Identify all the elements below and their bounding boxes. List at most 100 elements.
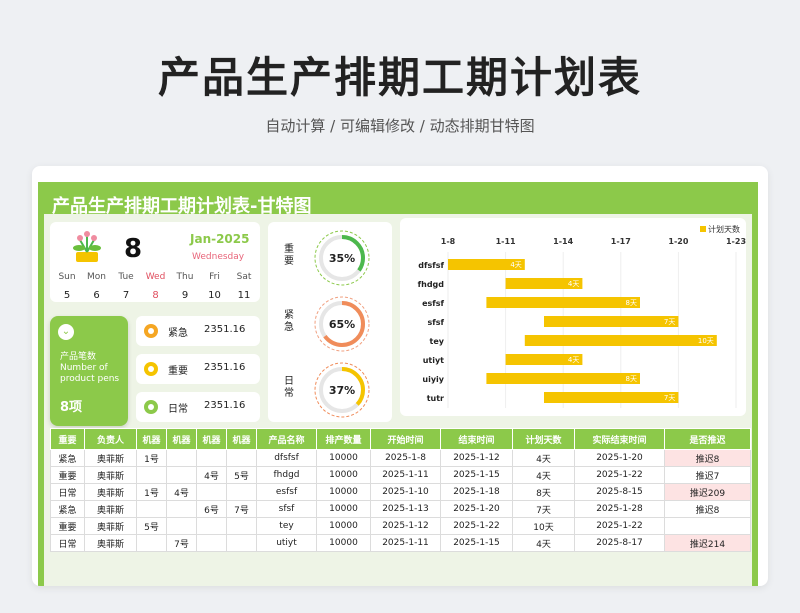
table-cell[interactable]: sfsf <box>256 500 317 518</box>
calendar-date[interactable]: 10 <box>200 290 230 301</box>
table-cell[interactable]: 4天 <box>512 466 575 484</box>
column-header[interactable]: 实际结束时间 <box>574 428 665 450</box>
table-cell[interactable] <box>196 534 227 552</box>
table-row[interactable]: 日常 奥菲斯 7号 utiyt 10000 2025-1-11 2025-1-15 4天 202… <box>50 534 751 552</box>
table-cell[interactable]: 4号 <box>196 466 227 484</box>
table-row[interactable]: 重要 奥菲斯 4号 5号 fhdgd 10000 2025-1-11 2025-1-15 4天 2… <box>50 466 751 484</box>
table-row[interactable]: 重要 奥菲斯 5号 tey 10000 2025-1-12 2025-1-22 10天 2025… <box>50 517 751 535</box>
table-cell[interactable]: utiyt <box>256 534 317 552</box>
table-cell[interactable]: 10000 <box>316 500 371 518</box>
table-cell[interactable]: 7天 <box>512 500 575 518</box>
table-cell[interactable]: 重要 <box>50 517 85 535</box>
table-cell[interactable]: fhdgd <box>256 466 317 484</box>
table-cell[interactable]: 2025-1-10 <box>370 483 441 501</box>
calendar-date[interactable]: 7 <box>111 290 141 301</box>
table-cell[interactable] <box>226 483 257 501</box>
table-cell[interactable]: 2025-1-13 <box>370 500 441 518</box>
column-header[interactable]: 机器 <box>226 428 257 450</box>
calendar-date[interactable]: 6 <box>82 290 112 301</box>
table-cell[interactable]: 2025-1-11 <box>370 466 441 484</box>
table-cell[interactable]: 2025-1-20 <box>440 500 513 518</box>
table-cell[interactable]: 推迟7 <box>664 466 751 484</box>
table-cell[interactable]: 2025-1-22 <box>574 466 665 484</box>
table-cell[interactable]: 4天 <box>512 534 575 552</box>
table-cell[interactable]: 奥菲斯 <box>84 517 137 535</box>
column-header[interactable]: 结束时间 <box>440 428 513 450</box>
column-header[interactable]: 计划天数 <box>512 428 575 450</box>
calendar-date[interactable]: 5 <box>52 290 82 301</box>
table-cell[interactable]: 10000 <box>316 534 371 552</box>
table-cell[interactable]: 1号 <box>136 449 167 467</box>
table-row[interactable]: 紧急 奥菲斯 1号 dfsfsf 10000 2025-1-8 2025-1-12 4天 202… <box>50 449 751 467</box>
table-cell[interactable]: 10000 <box>316 483 371 501</box>
table-cell[interactable]: 7号 <box>226 500 257 518</box>
column-header[interactable]: 排产数量 <box>316 428 371 450</box>
table-cell[interactable]: 奥菲斯 <box>84 483 137 501</box>
table-cell[interactable]: 2025-1-15 <box>440 534 513 552</box>
table-cell[interactable]: 10000 <box>316 466 371 484</box>
table-cell[interactable] <box>166 517 197 535</box>
table-cell[interactable] <box>226 517 257 535</box>
table-cell[interactable]: 2025-1-22 <box>574 517 665 535</box>
column-header[interactable]: 机器 <box>166 428 197 450</box>
table-cell[interactable]: 2025-8-17 <box>574 534 665 552</box>
table-cell[interactable] <box>166 466 197 484</box>
table-cell[interactable]: 2025-1-12 <box>370 517 441 535</box>
column-header[interactable]: 产品名称 <box>256 428 317 450</box>
table-cell[interactable]: 紧急 <box>50 449 85 467</box>
table-cell[interactable]: 10000 <box>316 449 371 467</box>
table-cell[interactable]: 5号 <box>226 466 257 484</box>
table-cell[interactable]: 2025-8-15 <box>574 483 665 501</box>
table-cell[interactable]: 2025-1-12 <box>440 449 513 467</box>
table-cell[interactable] <box>196 449 227 467</box>
table-cell[interactable]: 2025-1-28 <box>574 500 665 518</box>
table-cell[interactable]: 7号 <box>166 534 197 552</box>
table-cell[interactable]: 6号 <box>196 500 227 518</box>
chevron-down-icon[interactable]: ⌄ <box>58 324 74 340</box>
table-cell[interactable] <box>136 500 167 518</box>
table-row[interactable]: 紧急 奥菲斯 6号 7号 sfsf 10000 2025-1-13 2025-1-20 7天 20… <box>50 500 751 518</box>
table-cell[interactable]: 8天 <box>512 483 575 501</box>
table-cell[interactable]: 推迟209 <box>664 483 751 501</box>
table-cell[interactable] <box>166 449 197 467</box>
table-cell[interactable]: 10天 <box>512 517 575 535</box>
table-cell[interactable]: 4号 <box>166 483 197 501</box>
table-cell[interactable]: 紧急 <box>50 500 85 518</box>
table-cell[interactable]: 5号 <box>136 517 167 535</box>
table-cell[interactable] <box>226 534 257 552</box>
table-cell[interactable]: 日常 <box>50 483 85 501</box>
table-cell[interactable] <box>136 534 167 552</box>
table-row[interactable]: 日常 奥菲斯 1号 4号 esfsf 10000 2025-1-10 2025-1-18 8天 2… <box>50 483 751 501</box>
table-cell[interactable]: 1号 <box>136 483 167 501</box>
table-cell[interactable]: esfsf <box>256 483 317 501</box>
table-cell[interactable]: 2025-1-8 <box>370 449 441 467</box>
table-cell[interactable] <box>196 517 227 535</box>
table-cell[interactable]: 重要 <box>50 466 85 484</box>
table-cell[interactable]: 奥菲斯 <box>84 449 137 467</box>
table-cell[interactable] <box>196 483 227 501</box>
column-header[interactable]: 开始时间 <box>370 428 441 450</box>
table-cell[interactable]: dfsfsf <box>256 449 317 467</box>
table-cell[interactable] <box>166 500 197 518</box>
table-cell[interactable]: 4天 <box>512 449 575 467</box>
column-header[interactable]: 重要 <box>50 428 85 450</box>
column-header[interactable]: 机器 <box>136 428 167 450</box>
table-cell[interactable]: 10000 <box>316 517 371 535</box>
column-header[interactable]: 是否推迟 <box>664 428 751 450</box>
table-cell[interactable]: 2025-1-18 <box>440 483 513 501</box>
table-cell[interactable] <box>664 517 751 535</box>
calendar-date[interactable]: 9 <box>170 290 200 301</box>
column-header[interactable]: 负责人 <box>84 428 137 450</box>
table-cell[interactable]: 日常 <box>50 534 85 552</box>
table-cell[interactable]: 奥菲斯 <box>84 500 137 518</box>
table-cell[interactable]: 2025-1-22 <box>440 517 513 535</box>
table-cell[interactable]: 推迟8 <box>664 500 751 518</box>
table-cell[interactable]: 2025-1-20 <box>574 449 665 467</box>
column-header[interactable]: 机器 <box>196 428 227 450</box>
calendar-date[interactable]: 8 <box>141 290 171 301</box>
table-cell[interactable]: 推迟8 <box>664 449 751 467</box>
table-cell[interactable]: 奥菲斯 <box>84 466 137 484</box>
table-cell[interactable]: 2025-1-15 <box>440 466 513 484</box>
table-cell[interactable] <box>226 449 257 467</box>
table-cell[interactable]: 推迟214 <box>664 534 751 552</box>
